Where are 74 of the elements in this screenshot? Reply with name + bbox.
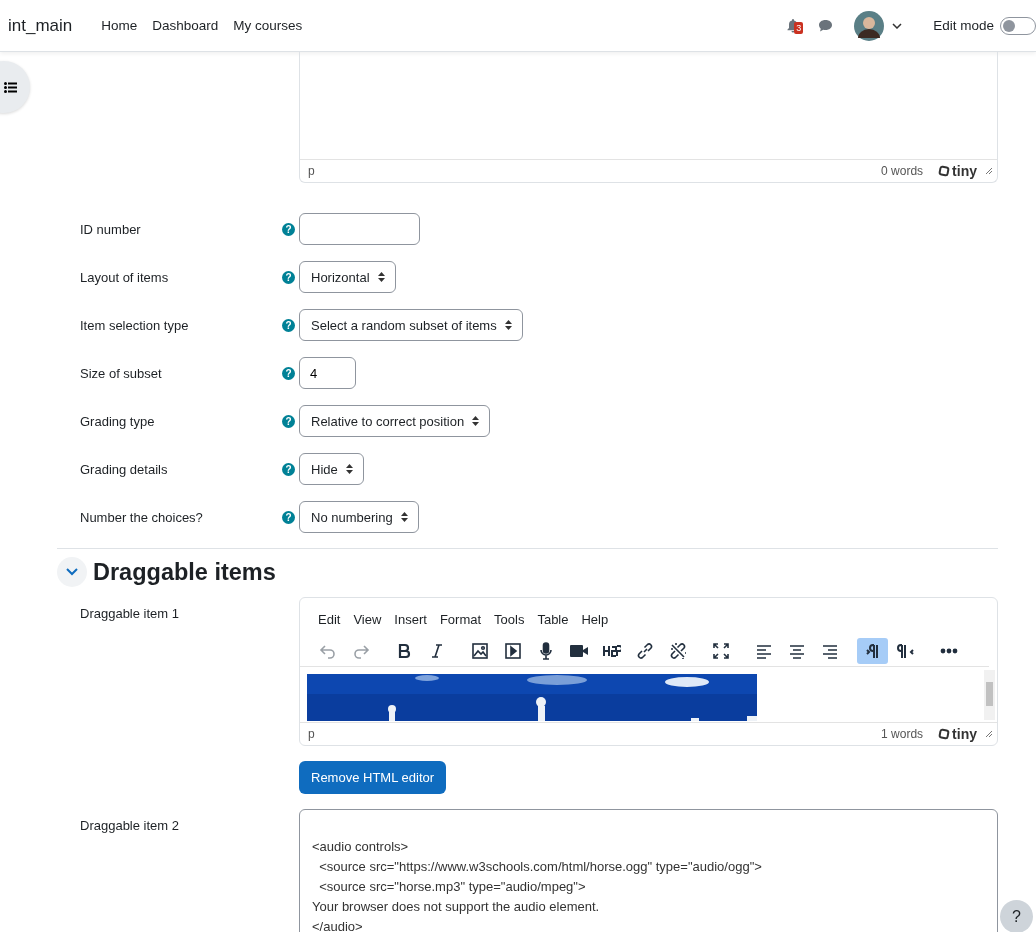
element-path[interactable]: p [308,164,315,178]
nav-link[interactable]: My courses [233,18,303,33]
sort-caret-icon [400,512,408,522]
select-field[interactable]: Select a random subset of items [299,309,523,341]
help-icon[interactable]: ? [282,318,295,332]
word-count[interactable]: 0 words [881,164,924,178]
sort-caret-icon [345,464,353,474]
text-area[interactable]: <audio controls> <source src="https://www.w3schools.com/html/horse.ogg" type="audio/ogg"> <source src="horse.mp3" type="audio/mpeg"> Your browser does not support the audio element. </audio> [299,809,998,932]
menu-item[interactable]: Tools [488,610,531,629]
resize-handle-icon[interactable] [985,167,993,175]
nav-link[interactable]: Home [101,18,138,33]
align-center-icon [787,642,806,660]
image-icon [470,642,489,660]
menu-item[interactable]: Format [433,610,488,629]
redo-icon [351,642,370,660]
field-label: Grading type [79,413,156,429]
element-path[interactable]: p [308,727,315,741]
help-icon[interactable]: ? [282,270,295,284]
field-label: Draggable item 2 [79,817,180,833]
help-icon[interactable]: ? [282,222,295,236]
section-heading: Draggable items [93,558,276,586]
edit-mode-label: Edit mode [933,18,994,33]
menu-item[interactable]: View [347,610,388,629]
help-icon[interactable]: ? [282,414,295,428]
undo-icon [318,642,337,660]
menu-item[interactable]: Insert [388,610,433,629]
tiny-logo[interactable]: tiny [939,163,977,179]
align-right-icon [820,642,839,660]
help-button[interactable]: ? [1000,900,1033,932]
select-field[interactable]: Hide [299,453,364,485]
resize-handle-icon[interactable] [985,730,993,738]
field-label: Layout of items [79,269,170,285]
select-field[interactable]: Relative to correct position [299,405,491,437]
list-icon [4,81,17,93]
help-icon[interactable]: ? [282,510,295,524]
fullscreen-icon [711,642,730,660]
remove-html-editor-button[interactable]: Remove HTML editor [299,761,447,794]
tiny-logo[interactable]: tiny [939,726,977,742]
site-name[interactable]: int_main [8,15,73,36]
notification-count: 3 [794,22,804,34]
caret-icon[interactable] [892,22,903,29]
play-icon [503,642,522,660]
toolbar-button[interactable] [857,638,888,664]
select-field[interactable]: No numbering [299,501,419,533]
field-label: ID number [79,221,142,237]
sort-caret-icon [377,272,385,282]
align-left-icon [754,642,773,660]
word-count[interactable]: 1 words [881,727,924,741]
field-label: Size of subset [79,365,163,381]
select-field[interactable]: Horizontal [299,261,396,293]
avatar[interactable] [854,10,885,41]
chat-icon[interactable] [818,18,834,33]
unlink-icon [668,642,687,660]
menu-item[interactable]: Table [531,610,575,629]
sort-caret-icon [472,416,480,426]
scrollbar[interactable] [984,670,995,720]
help-icon[interactable]: ? [282,462,295,476]
video-camera-icon [569,642,588,660]
text-field[interactable] [299,213,420,245]
menu-item[interactable]: Help [575,610,615,629]
nav-link[interactable]: Dashboard [152,18,219,33]
text-field[interactable]: 4 [299,357,356,389]
field-label: Number the choices? [79,509,204,525]
collapse-toggle[interactable] [57,557,87,587]
field-label: Draggable item 1 [79,605,180,621]
field-label: Item selection type [79,317,190,333]
field-label: Grading details [79,461,169,477]
chevron-icon [66,568,78,576]
right-to-left-icon [896,642,915,660]
sort-caret-icon [504,320,512,330]
link-icon [635,642,654,660]
menu-item[interactable]: Edit [312,610,347,629]
help-icon[interactable]: ? [282,366,295,380]
h5p-icon [602,642,621,660]
